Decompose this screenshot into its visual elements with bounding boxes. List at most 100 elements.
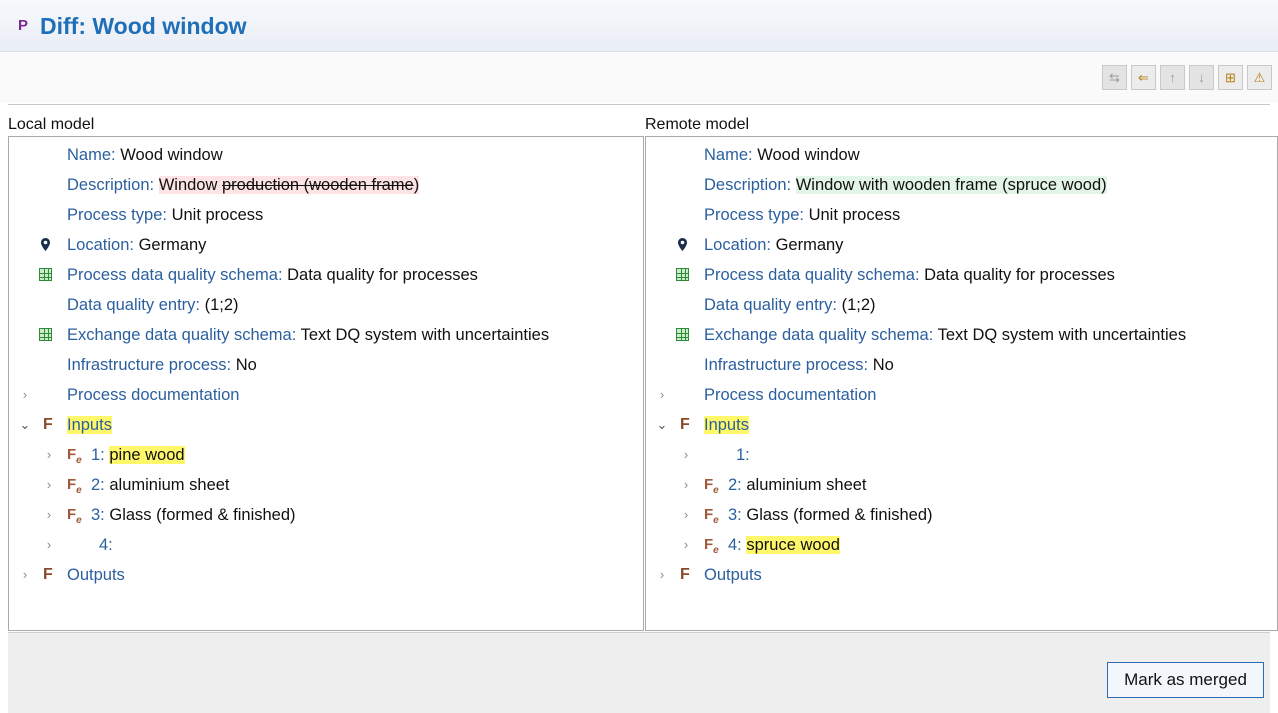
copy-to-local-icon[interactable]: ⇆ — [1102, 65, 1127, 90]
description-added-text: with wooden frame (spruce wood) — [859, 176, 1107, 194]
description-removed-text: production (wooden frame — [222, 176, 414, 194]
inputs-label: Inputs — [67, 416, 112, 434]
process-dq-schema-label: Process data quality schema: — [704, 266, 920, 284]
tree-row-dq-entry[interactable]: Data quality entry: (1;2) — [67, 290, 239, 320]
tree-row-name[interactable]: Name: Wood window — [704, 140, 860, 170]
tree-row-description[interactable]: Description: Window production (wooden f… — [67, 170, 420, 200]
tree-row-outputs[interactable]: › F Outputs — [656, 560, 762, 590]
input-value: aluminium sheet — [746, 476, 867, 494]
process-documentation-label: Process documentation — [67, 386, 240, 404]
dq-entry-label: Data quality entry: — [704, 296, 837, 314]
tree-row-location[interactable]: Location: Germany — [678, 230, 843, 260]
exchange-dq-schema-value: Text DQ system with uncertainties — [300, 326, 550, 344]
description-label: Description: — [67, 176, 155, 194]
tree-row-exchange-dq-schema[interactable]: Exchange data quality schema: Text DQ sy… — [676, 320, 1186, 350]
input-number: 2: — [91, 476, 105, 494]
process-dq-schema-value: Data quality for processes — [287, 266, 478, 284]
input-number: 1: — [91, 446, 105, 464]
inputs-label: Inputs — [704, 416, 749, 434]
tree-row-description[interactable]: Description: Window with wooden frame (s… — [704, 170, 1107, 200]
infrastructure-value: No — [872, 356, 894, 374]
location-label: Location: — [704, 236, 771, 254]
copy-left-icon[interactable]: ⇐ — [1131, 65, 1156, 90]
chevron-right-icon[interactable]: › — [656, 560, 668, 590]
location-pin-icon — [678, 238, 687, 251]
chevron-right-icon[interactable]: › — [680, 440, 692, 470]
flow-icon: F — [680, 416, 690, 433]
local-model-label: Local model — [8, 116, 95, 133]
input-row-3[interactable]: › Fe 3: Glass (formed & finished) — [43, 500, 296, 530]
local-model-tree[interactable]: Name: Wood window Description: Window pr… — [8, 136, 644, 631]
description-label: Description: — [704, 176, 792, 194]
dq-entry-label: Data quality entry: — [67, 296, 200, 314]
input-row-2[interactable]: › Fe 2: aluminium sheet — [680, 470, 867, 500]
chevron-right-icon[interactable]: › — [680, 470, 692, 500]
chevron-right-icon[interactable]: › — [43, 500, 55, 530]
tree-row-outputs[interactable]: › F Outputs — [19, 560, 125, 590]
tree-row-infrastructure[interactable]: Infrastructure process: No — [67, 350, 257, 380]
mark-as-merged-button[interactable]: Mark as merged — [1107, 662, 1264, 698]
input-value: Glass (formed & finished) — [746, 506, 933, 524]
chevron-right-icon[interactable]: › — [19, 560, 31, 590]
tree-row-process-documentation[interactable]: › Process documentation — [19, 380, 240, 410]
process-type-label: Process type: — [67, 206, 167, 224]
tree-row-location[interactable]: Location: Germany — [41, 230, 206, 260]
toolbar-divider — [8, 104, 1270, 105]
name-value: Wood window — [120, 146, 223, 164]
location-label: Location: — [67, 236, 134, 254]
exchange-dq-schema-label: Exchange data quality schema: — [67, 326, 297, 344]
chevron-right-icon[interactable]: › — [43, 440, 55, 470]
table-icon — [39, 268, 52, 281]
name-label: Name: — [704, 146, 753, 164]
input-row-1[interactable]: › Fe 1: pine wood — [43, 440, 185, 470]
flow-icon: F — [43, 416, 53, 433]
description-kept-text: Window — [158, 176, 222, 194]
input-row-4[interactable]: › Fe 4: spruce wood — [680, 530, 840, 560]
remote-model-label: Remote model — [645, 116, 750, 133]
tree-row-inputs[interactable]: ⌄ F Inputs — [19, 410, 112, 440]
chevron-down-icon[interactable]: ⌄ — [656, 410, 668, 440]
tree-row-name[interactable]: Name: Wood window — [67, 140, 223, 170]
tree-row-inputs[interactable]: ⌄ F Inputs — [656, 410, 749, 440]
tree-row-exchange-dq-schema[interactable]: Exchange data quality schema: Text DQ sy… — [39, 320, 549, 350]
input-number: 2: — [728, 476, 742, 494]
chevron-right-icon[interactable]: › — [680, 530, 692, 560]
warning-icon[interactable]: ⚠ — [1247, 65, 1272, 90]
input-number: 3: — [728, 506, 742, 524]
tree-row-dq-entry[interactable]: Data quality entry: (1;2) — [704, 290, 876, 320]
tree-row-process-type[interactable]: Process type: Unit process — [704, 200, 900, 230]
process-type-value: Unit process — [171, 206, 264, 224]
dialog-footer — [8, 632, 1270, 713]
page-title: Diff: Wood window — [40, 13, 247, 39]
chevron-right-icon[interactable]: › — [43, 470, 55, 500]
next-diff-icon[interactable]: ↓ — [1189, 65, 1214, 90]
chevron-right-icon[interactable]: › — [19, 380, 31, 410]
outputs-label: Outputs — [704, 566, 762, 584]
table-icon — [676, 268, 689, 281]
chevron-right-icon[interactable]: › — [656, 380, 668, 410]
toolbar-area — [0, 53, 1278, 103]
editor-title-bar: P Diff: Wood window — [0, 0, 1278, 52]
input-row-1[interactable]: › 1: — [680, 440, 750, 470]
process-dq-schema-label: Process data quality schema: — [67, 266, 283, 284]
tree-row-infrastructure[interactable]: Infrastructure process: No — [704, 350, 894, 380]
tree-row-process-dq-schema[interactable]: Process data quality schema: Data qualit… — [39, 260, 478, 290]
tree-row-process-type[interactable]: Process type: Unit process — [67, 200, 263, 230]
previous-diff-icon[interactable]: ↑ — [1160, 65, 1185, 90]
chevron-right-icon[interactable]: › — [680, 500, 692, 530]
tree-row-process-documentation[interactable]: › Process documentation — [656, 380, 877, 410]
tree-row-process-dq-schema[interactable]: Process data quality schema: Data qualit… — [676, 260, 1115, 290]
diff-toolbar: ⇆ ⇐ ↑ ↓ ⊞ ⚠ — [1102, 65, 1272, 90]
input-number: 3: — [91, 506, 105, 524]
remote-model-tree[interactable]: Name: Wood window Description: Window wi… — [645, 136, 1278, 631]
input-row-3[interactable]: › Fe 3: Glass (formed & finished) — [680, 500, 933, 530]
chevron-down-icon[interactable]: ⌄ — [19, 410, 31, 440]
expand-all-icon[interactable]: ⊞ — [1218, 65, 1243, 90]
description-tail-text: ) — [413, 176, 420, 194]
input-number: 4: — [99, 536, 113, 554]
input-row-4[interactable]: › 4: — [43, 530, 113, 560]
infrastructure-label: Infrastructure process: — [67, 356, 232, 374]
chevron-right-icon[interactable]: › — [43, 530, 55, 560]
process-documentation-label: Process documentation — [704, 386, 877, 404]
input-row-2[interactable]: › Fe 2: aluminium sheet — [43, 470, 230, 500]
